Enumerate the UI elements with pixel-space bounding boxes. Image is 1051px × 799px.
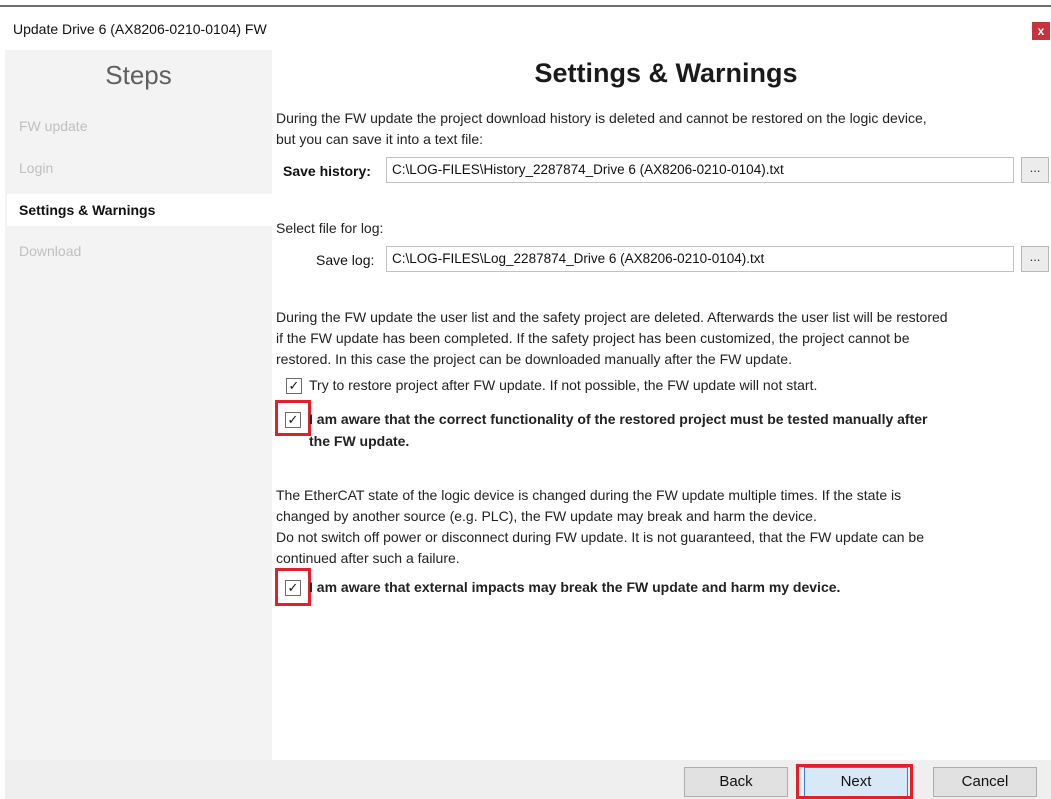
browse-history-button[interactable]: ... (1021, 157, 1049, 183)
user-list-info-line-3: restored. In this case the project can b… (276, 351, 792, 367)
user-list-info-line-2: if the FW update has been completed. If … (276, 330, 910, 346)
save-log-field[interactable]: C:\LOG-FILES\Log_2287874_Drive 6 (AX8206… (386, 246, 1014, 272)
user-list-info-line-1: During the FW update the user list and t… (276, 309, 948, 325)
title-bar: Update Drive 6 (AX8206-0210-0104) FW (0, 8, 1051, 48)
ethercat-info-line-4: continued after such a failure. (276, 550, 460, 566)
save-log-label: Save log: (316, 252, 375, 268)
highlight-box-next (796, 764, 913, 799)
aware-external-checkbox[interactable]: ✓ (285, 580, 301, 596)
browse-log-button[interactable]: ... (1021, 246, 1049, 272)
steps-sidebar: Steps FW update Login Settings & Warning… (5, 50, 272, 760)
save-history-label: Save history: (283, 163, 371, 179)
dialog-footer: Back Next Cancel (5, 760, 1051, 799)
aware-tested-checkbox[interactable]: ✓ (285, 412, 301, 428)
step-fw-update: FW update (19, 118, 88, 134)
history-info-line-1: During the FW update the project downloa… (276, 110, 927, 126)
aware-external-label: I am aware that external impacts may bre… (309, 579, 841, 595)
ethercat-info-line-2: changed by another source (e.g. PLC), th… (276, 508, 817, 524)
back-button[interactable]: Back (684, 767, 788, 797)
top-edge (0, 0, 1051, 7)
page-title: Settings & Warnings (534, 58, 798, 88)
ethercat-info-line-1: The EtherCAT state of the logic device i… (276, 487, 902, 503)
aware-tested-label-line-2: the FW update. (309, 433, 410, 449)
settings-panel: Settings & Warnings During the FW update… (272, 50, 1051, 760)
step-download: Download (19, 243, 82, 259)
restore-project-label: Try to restore project after FW update. … (309, 377, 818, 393)
step-settings-warnings: Settings & Warnings (7, 194, 272, 226)
cancel-button[interactable]: Cancel (933, 767, 1037, 797)
step-login: Login (19, 160, 54, 176)
history-info-line-2: but you can save it into a text file: (276, 131, 484, 147)
save-history-field[interactable]: C:\LOG-FILES\History_2287874_Drive 6 (AX… (386, 157, 1014, 183)
steps-heading: Steps (105, 60, 172, 90)
aware-tested-label-line-1: I am aware that the correct functionalit… (309, 411, 928, 427)
window-title: Update Drive 6 (AX8206-0210-0104) FW (13, 21, 267, 37)
close-button[interactable]: x (1032, 22, 1050, 40)
restore-project-checkbox[interactable]: ✓ (286, 378, 302, 394)
ethercat-info-line-3: Do not switch off power or disconnect du… (276, 529, 924, 545)
select-log-label: Select file for log: (276, 220, 384, 236)
